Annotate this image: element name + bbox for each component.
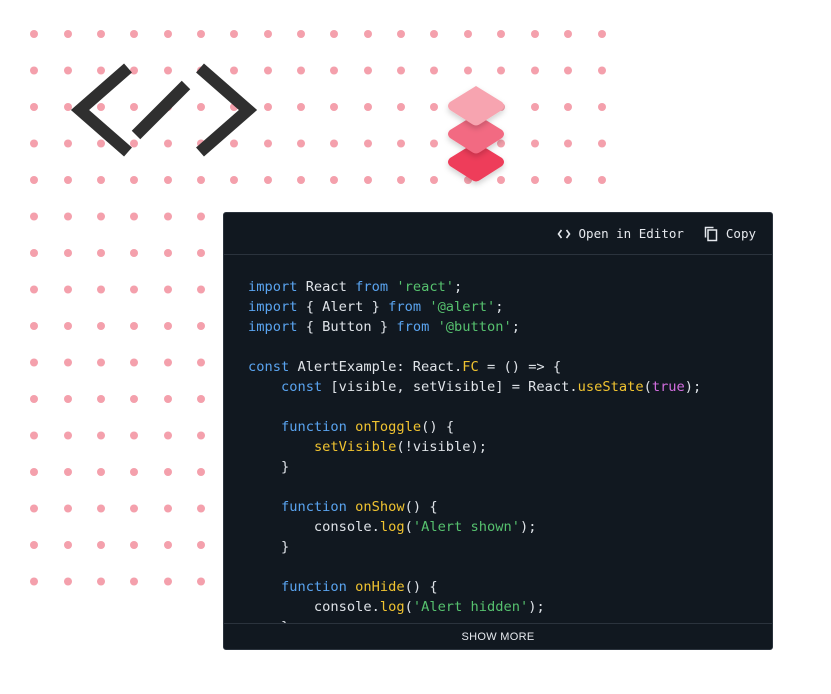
code-token: from bbox=[388, 299, 422, 315]
code-token: } bbox=[248, 459, 290, 475]
code-token: () { bbox=[404, 579, 438, 595]
code-token: function bbox=[280, 579, 347, 595]
copy-icon bbox=[704, 226, 718, 241]
show-more-label: SHOW MORE bbox=[461, 630, 535, 643]
code-token: from bbox=[355, 279, 389, 295]
code-brackets-icon bbox=[557, 229, 571, 238]
code-token: import bbox=[248, 299, 298, 315]
code-token: setVisible bbox=[313, 439, 397, 455]
copy-button[interactable]: Copy bbox=[704, 226, 756, 242]
code-token: = () => { bbox=[478, 359, 562, 375]
code-token: const bbox=[280, 379, 323, 395]
code-token: '@alert' bbox=[429, 299, 496, 315]
code-line: import { Button } from '@button'; bbox=[248, 317, 701, 337]
code-token: 'Alert hidden' bbox=[412, 599, 529, 615]
code-token: ; bbox=[511, 319, 520, 335]
code-token: ; bbox=[495, 299, 504, 315]
code-token: ( bbox=[404, 599, 413, 615]
code-token: function bbox=[280, 419, 347, 435]
code-token: ); bbox=[684, 379, 702, 395]
code-line: import { Alert } from '@alert'; bbox=[248, 297, 701, 317]
code-token: ( bbox=[643, 379, 652, 395]
code-token: from bbox=[396, 319, 430, 335]
code-token: const bbox=[248, 359, 290, 375]
code-token: useState bbox=[577, 379, 644, 395]
code-snippet-panel: Open in Editor Copy import React from 'r… bbox=[223, 212, 773, 650]
code-token: AlertExample: React. bbox=[289, 359, 463, 375]
code-line: } bbox=[248, 457, 701, 477]
code-line: const AlertExample: React.FC = () => { bbox=[248, 357, 701, 377]
code-token: (!visible); bbox=[396, 439, 487, 455]
code-token: log bbox=[379, 519, 405, 535]
show-more-button[interactable]: SHOW MORE bbox=[224, 623, 772, 649]
code-token: 'Alert shown' bbox=[412, 519, 520, 535]
code-token: () { bbox=[421, 419, 455, 435]
code-token: { Alert } bbox=[297, 299, 389, 315]
code-token: FC bbox=[462, 359, 479, 375]
code-token: () { bbox=[404, 499, 438, 515]
code-line: } bbox=[248, 537, 701, 557]
code-token: onHide bbox=[355, 579, 405, 595]
code-token: ); bbox=[519, 519, 537, 535]
code-line: const [visible, setVisible] = React.useS… bbox=[248, 377, 701, 397]
code-line: console.log('Alert shown'); bbox=[248, 517, 701, 537]
code-block: import React from 'react'; import { Alert… bbox=[248, 277, 701, 637]
code-token: log bbox=[379, 599, 405, 615]
code-token: onShow bbox=[355, 499, 405, 515]
code-token: ; bbox=[454, 279, 463, 295]
code-line: setVisible(!visible); bbox=[248, 437, 701, 457]
code-token: console. bbox=[248, 519, 380, 535]
code-token: 'react' bbox=[396, 279, 455, 295]
code-token: function bbox=[280, 499, 347, 515]
code-token: import bbox=[248, 319, 298, 335]
code-token: ( bbox=[404, 519, 413, 535]
code-line: function onHide() { bbox=[248, 577, 701, 597]
code-line: import React from 'react'; bbox=[248, 277, 701, 297]
code-token: onToggle bbox=[355, 419, 422, 435]
copy-label: Copy bbox=[725, 226, 756, 241]
open-in-editor-label: Open in Editor bbox=[578, 226, 684, 241]
code-line: function onShow() { bbox=[248, 497, 701, 517]
code-line: console.log('Alert hidden'); bbox=[248, 597, 701, 617]
code-token: import bbox=[248, 279, 298, 295]
code-token: } bbox=[248, 539, 290, 555]
code-token: '@button' bbox=[437, 319, 512, 335]
open-in-editor-button[interactable]: Open in Editor bbox=[557, 226, 684, 241]
code-token: React bbox=[297, 279, 356, 295]
code-line: function onToggle() { bbox=[248, 417, 701, 437]
code-brackets-logo-icon bbox=[70, 63, 258, 157]
code-token: console. bbox=[248, 599, 380, 615]
code-toolbar: Open in Editor Copy bbox=[224, 213, 772, 255]
code-token: true bbox=[651, 379, 685, 395]
layers-stack-logo-icon bbox=[448, 86, 504, 182]
code-token: ); bbox=[528, 599, 545, 615]
code-token: [visible, setVisible] = React. bbox=[322, 379, 578, 395]
code-token: { Button } bbox=[297, 319, 397, 335]
